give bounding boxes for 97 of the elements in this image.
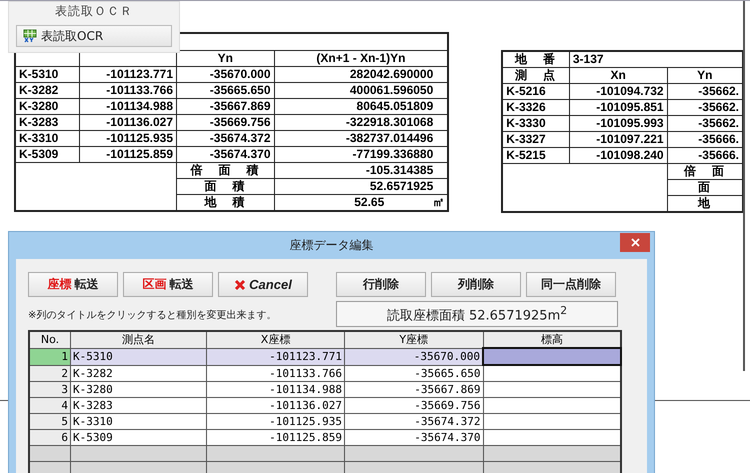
table-cell[interactable]: -35674.370	[344, 430, 483, 446]
table-cell: -35674.370	[176, 146, 274, 162]
table-cell: -322918.301068	[274, 114, 448, 130]
row-label: 地 番	[502, 51, 570, 68]
table-cell: -35667.869	[176, 98, 274, 114]
table-cell: -101134.988	[79, 98, 177, 114]
table-cell[interactable]: K-3282	[70, 365, 206, 382]
dialog-title: 座標データ編集	[290, 237, 374, 254]
table-cell[interactable]: -35667.869	[344, 382, 483, 398]
row-label: 倍 面	[667, 164, 742, 180]
table-cell[interactable]: -35670.000	[344, 348, 483, 365]
table-cell: 282042.690000	[274, 66, 448, 82]
table-cell: -101098.240	[569, 148, 668, 164]
table-cell: -35674.372	[176, 130, 274, 146]
table-cell: -35670.000	[176, 66, 274, 82]
ribbon-title: 表読取ＯＣＲ	[55, 3, 133, 20]
transfer-button[interactable]: 座標 転送	[28, 272, 118, 297]
row-label: 面	[667, 180, 742, 196]
table-cell: K-5216	[502, 84, 570, 100]
table-cell: K-5215	[502, 148, 570, 164]
close-icon	[630, 238, 640, 247]
close-button[interactable]	[620, 233, 650, 252]
column-header: Yn	[667, 68, 742, 84]
table-cell: -382737.014496	[274, 130, 448, 146]
table-icon	[23, 29, 37, 43]
table-cell: -101095.993	[569, 116, 668, 132]
table-cell: K-3280	[15, 98, 80, 114]
table-cell[interactable]: -101125.935	[206, 414, 344, 430]
table-cell: K-3283	[15, 114, 80, 130]
table-cell[interactable]: -35674.372	[344, 414, 483, 430]
table-cell[interactable]: K-3283	[70, 398, 206, 414]
table-cell: -101094.732	[569, 84, 668, 100]
table-cell: K-5310	[15, 66, 80, 82]
delete-button[interactable]: 列削除	[431, 272, 521, 297]
table-cell[interactable]: -101123.771	[206, 348, 344, 365]
table-cell: -101125.935	[79, 130, 177, 146]
area-value: 52.65	[354, 195, 384, 210]
column-header[interactable]: No.	[29, 331, 70, 348]
delete-button[interactable]: 同一点削除	[526, 272, 616, 297]
table-cell[interactable]: -101134.988	[206, 382, 344, 398]
row-label: 倍 面 積	[176, 162, 274, 178]
hint-text: ※列のタイトルをクリックすると種別を変更出来ます。	[28, 308, 276, 322]
table-cell[interactable]: -101133.766	[206, 365, 344, 382]
table-cell: 400061.596050	[274, 82, 448, 98]
cross-icon	[234, 278, 246, 290]
table-cell: -35665.650	[176, 82, 274, 98]
table-cell: -35666.	[667, 148, 742, 164]
table-cell: K-3326	[502, 100, 570, 116]
table-cell: K-3330	[502, 116, 570, 132]
table-cell: -101136.027	[79, 114, 177, 130]
column-header[interactable]: X座標	[206, 331, 344, 348]
column-header[interactable]: 標高	[483, 331, 621, 348]
table-cell: -105.314385	[274, 162, 448, 178]
column-header[interactable]: Y座標	[344, 331, 483, 348]
table-cell: -35669.756	[176, 114, 274, 130]
column-header: (Xn+1 - Xn-1)Yn	[274, 50, 448, 66]
table-cell[interactable]: -35669.756	[344, 398, 483, 414]
table-cell: K-5309	[15, 146, 80, 162]
row-label: 面 積	[176, 178, 274, 194]
table-cell[interactable]: K-5310	[70, 348, 206, 365]
row-number[interactable]: 2	[29, 365, 70, 382]
row-number[interactable]: 3	[29, 382, 70, 398]
table-cell[interactable]: -101136.027	[206, 398, 344, 414]
table-cell: 52.6571925	[274, 178, 448, 194]
row-number[interactable]: 4	[29, 398, 70, 414]
table-cell: K-3282	[15, 82, 80, 98]
table-cell: K-3310	[15, 130, 80, 146]
area-display: 読取座標面積 52.6571925m$^{2}$	[336, 301, 618, 327]
delete-button[interactable]: 行削除	[336, 272, 426, 297]
row-number[interactable]: 6	[29, 430, 70, 446]
transfer-button[interactable]: 区画 転送	[123, 272, 213, 297]
table-cell[interactable]: -35665.650	[344, 365, 483, 382]
unit-label: ㎡	[432, 195, 444, 210]
table-cell[interactable]: K-3310	[70, 414, 206, 430]
table-cell: -35666.	[667, 132, 742, 148]
table-cell: 3-137	[569, 51, 742, 68]
row-number[interactable]: 1	[29, 348, 70, 365]
table-cell: -101125.859	[79, 146, 177, 162]
column-header: Xn	[569, 68, 668, 84]
table-cell[interactable]: K-3280	[70, 382, 206, 398]
column-header: 測 点	[502, 68, 570, 84]
table-cell: -101133.766	[79, 82, 177, 98]
table-cell[interactable]: K-5309	[70, 430, 206, 446]
table-cell: -35662.	[667, 84, 742, 100]
table-cell: -77199.336880	[274, 146, 448, 162]
table-cell: -35662.	[667, 116, 742, 132]
column-header[interactable]: 測点名	[70, 331, 206, 348]
cancel-button[interactable]: Cancel	[218, 272, 308, 297]
table-cell[interactable]: -101125.859	[206, 430, 344, 446]
table-cell: -101123.771	[79, 66, 177, 82]
table-cell: 80645.051809	[274, 98, 448, 114]
row-number[interactable]: 5	[29, 414, 70, 430]
table-cell: -101097.221	[569, 132, 668, 148]
ocr-button[interactable]: 表読取OCR	[16, 25, 172, 47]
table-cell: K-3327	[502, 132, 570, 148]
table-cell: -101095.851	[569, 100, 668, 116]
table-cell: -35662.	[667, 100, 742, 116]
